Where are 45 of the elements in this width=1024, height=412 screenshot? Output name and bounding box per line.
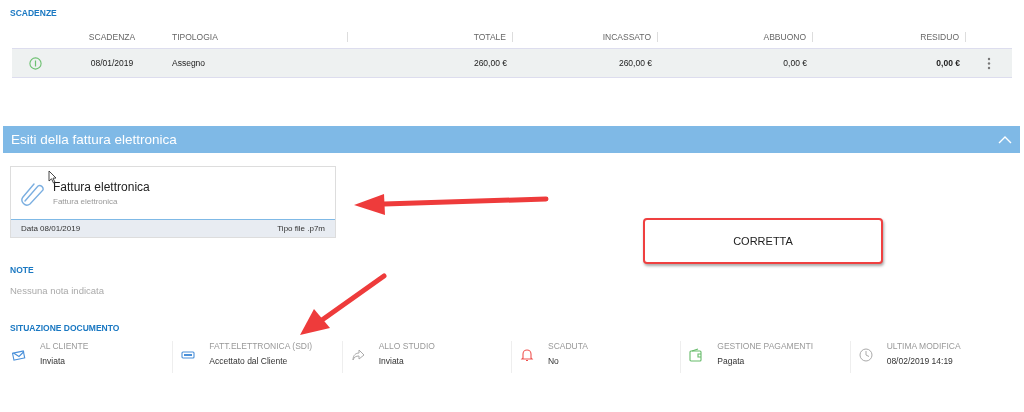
status-value: 08/02/2019 14:19 bbox=[886, 356, 954, 366]
table-cell-text: 0,00 € bbox=[935, 58, 961, 68]
section-title: SITUAZIONE DOCUMENTO bbox=[9, 322, 120, 333]
table-cell-text: 260,00 € bbox=[617, 58, 653, 68]
share-icon bbox=[350, 348, 365, 362]
section-title: NOTE bbox=[9, 265, 34, 275]
section-title: SCADENZE bbox=[9, 7, 57, 18]
clock-icon bbox=[858, 348, 873, 362]
status-label: AL CLIENTE bbox=[40, 341, 89, 351]
table-cell-text: 0,00 € bbox=[782, 58, 808, 68]
cursor-icon bbox=[48, 170, 57, 184]
bell-icon bbox=[520, 348, 534, 362]
table-cell-text: 08/01/2019 bbox=[89, 58, 135, 68]
file-subtitle: Fattura elettronica bbox=[53, 197, 119, 206]
chevron-icon[interactable] bbox=[998, 135, 1012, 144]
status-value: No bbox=[548, 356, 560, 366]
status-label: ULTIMA MODIFICA bbox=[886, 341, 961, 351]
column-header: ABBUONO bbox=[658, 32, 813, 42]
callout-box: CORRETTA bbox=[643, 218, 883, 264]
status-label: FATT.ELETTRONICA (SDI) bbox=[209, 341, 313, 351]
column-header: INCASSATO bbox=[513, 32, 658, 42]
file-date: Data 08/01/2019 bbox=[21, 224, 81, 233]
table-cell-text: 260,00 € bbox=[472, 58, 508, 68]
badge-icon bbox=[181, 348, 196, 362]
note-text: Nessuna nota indicata bbox=[9, 284, 104, 296]
column-header: TOTALE bbox=[348, 32, 513, 42]
file-type: Tipo file .p7m bbox=[277, 224, 325, 233]
column-header: TIPOLOGIA bbox=[166, 32, 348, 42]
more-icon[interactable] bbox=[987, 56, 991, 70]
wallet-icon bbox=[689, 348, 704, 362]
column-header: SCADENZA bbox=[87, 32, 137, 42]
status-label: GESTIONE PAGAMENTI bbox=[717, 341, 814, 351]
status-label: SCADUTA bbox=[548, 341, 588, 351]
envelope-icon bbox=[12, 348, 26, 362]
file-card[interactable]: Fattura elettronica Fattura elettronica Data 08/01/2019 Tipo file .p7m bbox=[10, 166, 336, 238]
column-header: RESIDUO bbox=[813, 32, 966, 42]
section-title: Esiti della fattura elettronica bbox=[11, 132, 177, 147]
status-value: Inviata bbox=[378, 356, 405, 366]
status-value: Pagata bbox=[717, 356, 746, 366]
status-label: ALLO STUDIO bbox=[378, 341, 435, 351]
table-cell-text: Assegno bbox=[171, 58, 207, 68]
file-title: Fattura elettronica bbox=[53, 180, 150, 194]
status-value: Inviata bbox=[40, 356, 67, 366]
info-icon bbox=[28, 56, 42, 70]
status-value: Accettato dal Cliente bbox=[209, 356, 289, 366]
